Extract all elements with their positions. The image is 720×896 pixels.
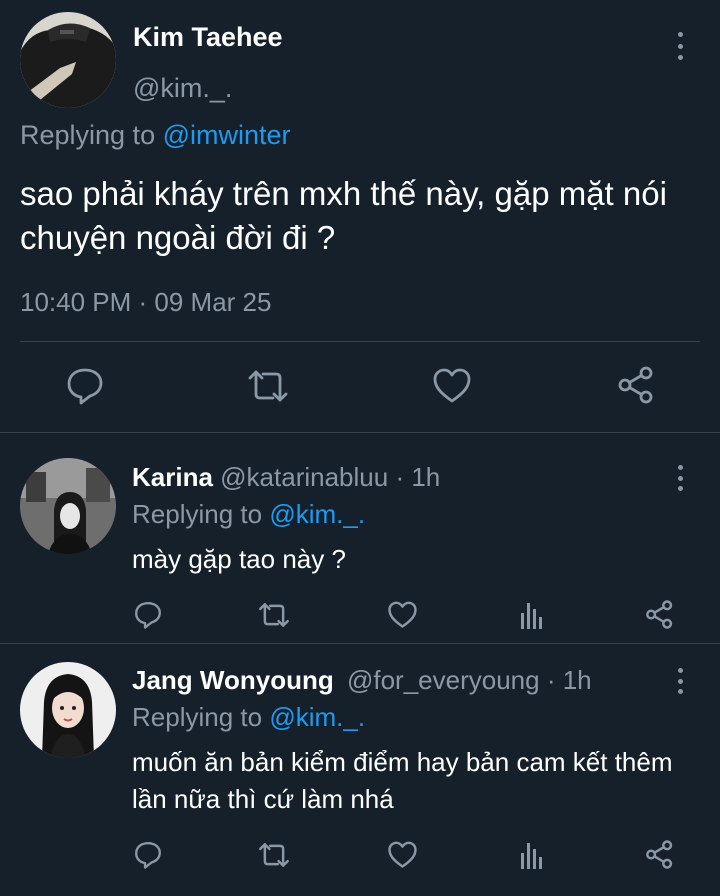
tweet-timestamp: 10:40 PM · 09 Mar 25 [20, 287, 272, 317]
tweet-actions [0, 837, 720, 877]
display-name[interactable]: Kim Taehee [133, 22, 283, 53]
analytics-icon[interactable] [519, 841, 545, 874]
like-icon[interactable] [388, 601, 417, 634]
replying-to-label: Replying to [132, 702, 270, 732]
reply-header: Karina @katarinabluu · 1h [132, 462, 440, 493]
replying-to-handle-link[interactable]: @kim._. [269, 702, 365, 732]
reply-icon[interactable] [134, 600, 162, 635]
replying-to-label: Replying to [132, 499, 270, 529]
share-icon[interactable] [645, 600, 674, 634]
retweet-icon[interactable] [247, 368, 289, 409]
display-name[interactable]: Karina [132, 462, 213, 492]
replying-to: Replying to @kim._. [132, 499, 365, 530]
reply-icon[interactable] [66, 366, 104, 411]
tweet-actions [0, 597, 720, 637]
tweet-text: mày gặp tao này ? [132, 544, 346, 574]
retweet-icon[interactable] [258, 601, 290, 634]
reply-header: Jang Wonyoung @for_everyoung · 1h [132, 665, 592, 696]
analytics-icon[interactable] [519, 601, 545, 634]
share-icon[interactable] [617, 366, 655, 409]
avatar[interactable] [20, 12, 116, 108]
user-handle[interactable]: @for_everyoung [347, 665, 540, 695]
replying-to-handle-link[interactable]: @imwinter [163, 120, 291, 150]
replying-to: Replying to @imwinter [20, 120, 291, 151]
reply-tweet[interactable]: Jang Wonyoung @for_everyoung · 1h Replyi… [0, 644, 720, 896]
more-options-icon[interactable] [670, 32, 690, 60]
display-name[interactable]: Jang Wonyoung [132, 665, 334, 695]
user-handle[interactable]: @kim._. [133, 73, 232, 104]
more-options-icon[interactable] [670, 465, 690, 491]
user-handle[interactable]: @katarinabluu [220, 462, 388, 492]
replying-to-handle-link[interactable]: @kim._. [269, 499, 365, 529]
retweet-icon[interactable] [258, 841, 290, 874]
share-icon[interactable] [645, 840, 674, 874]
like-icon[interactable] [388, 841, 417, 874]
like-icon[interactable] [433, 368, 471, 409]
avatar[interactable] [20, 662, 116, 758]
reply-tweet[interactable]: Karina @katarinabluu · 1h Replying to @k… [0, 433, 720, 643]
tweet-text: sao phải kháy trên mxh thế này, gặp mặt … [20, 175, 667, 256]
more-options-icon[interactable] [670, 668, 690, 694]
tweet-time: · 1h [388, 462, 441, 492]
replying-to: Replying to @kim._. [132, 702, 365, 733]
avatar[interactable] [20, 458, 116, 554]
tweet-text: muốn ăn bản kiểm điểm hay bản cam kết th… [132, 747, 673, 814]
main-tweet: Kim Taehee @kim._. Replying to @imwinter… [0, 0, 720, 432]
reply-icon[interactable] [134, 840, 162, 875]
tweet-actions [0, 342, 720, 432]
tweet-time: · 1h [539, 665, 592, 695]
replying-to-label: Replying to [20, 120, 163, 150]
